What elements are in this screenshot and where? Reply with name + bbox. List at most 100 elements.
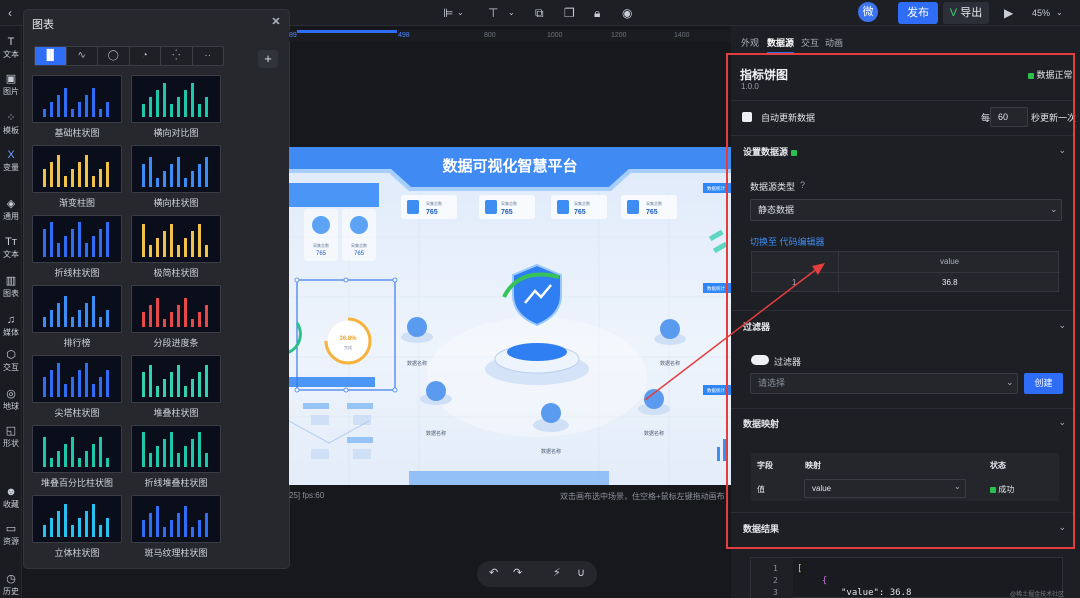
line-chart-icon[interactable]: ∿	[67, 47, 98, 65]
rail-item[interactable]: ◈ 通用	[0, 198, 22, 222]
tab-interaction[interactable]: 交互	[801, 36, 819, 49]
circle-chart-icon[interactable]: ◯	[98, 47, 130, 65]
thumbnail-bar	[142, 520, 145, 537]
add-button[interactable]: +	[258, 50, 278, 68]
lock-icon[interactable]: 🔒︎	[594, 5, 600, 21]
eye-icon[interactable]: ◉	[622, 5, 632, 21]
undo-icon[interactable]: ↶	[489, 566, 498, 579]
close-icon[interactable]: ✕	[271, 15, 280, 28]
publish-button[interactable]: 发布	[898, 2, 938, 24]
tab-animation[interactable]: 动画	[825, 36, 843, 49]
thumbnail-bar	[198, 224, 201, 257]
thumbnail-bar	[163, 527, 166, 537]
chart-thumbnail-label: 斑马纹理柱状图	[144, 548, 208, 558]
svg-text:采集总数: 采集总数	[313, 242, 329, 248]
group-icon[interactable]: ⧉	[535, 5, 544, 21]
scatter-chart-icon[interactable]: ⁛	[161, 47, 193, 65]
avatar[interactable]: 微	[858, 2, 878, 22]
bar-chart-icon[interactable]: ▐▌	[35, 47, 67, 65]
thumbnail-bar	[156, 238, 159, 257]
thumbnail-bar	[43, 377, 46, 397]
chart-thumbnail[interactable]	[32, 285, 122, 333]
lightning-icon[interactable]: ⚡︎	[553, 566, 561, 579]
thumbnail-bar	[205, 97, 208, 117]
rail-item-label: 资源	[3, 537, 19, 546]
pie-chart-icon[interactable]: ◔	[130, 47, 161, 65]
bottom-toolbar: ↶ ↷ ⚡︎ ∪	[477, 561, 597, 587]
code-line: "value": 36.8	[841, 588, 912, 598]
chart-thumbnail[interactable]	[32, 145, 122, 193]
chevron-down-icon[interactable]: ⌄	[457, 5, 464, 21]
chart-thumbnail[interactable]	[131, 425, 221, 473]
thumbnail-bar	[85, 451, 88, 467]
thumbnail-bar	[43, 437, 46, 467]
rail-item[interactable]: ♫ 媒体	[0, 314, 22, 338]
svg-text:数据名称: 数据名称	[407, 360, 427, 367]
dashboard-title: 数据可视化智慧平台	[442, 157, 577, 175]
stat-card: 采集总数 765	[621, 195, 677, 219]
chart-thumbnail[interactable]	[32, 425, 122, 473]
redo-icon[interactable]: ↷	[513, 566, 522, 579]
rail-item[interactable]: Tт 文本	[0, 236, 22, 260]
rail-item[interactable]: ▥ 图表	[0, 275, 22, 299]
rail-item[interactable]: ◷ 历史	[0, 573, 22, 597]
chart-thumbnail[interactable]	[32, 495, 122, 543]
export-button[interactable]: V 导出	[943, 2, 989, 24]
line-number: 3	[773, 588, 778, 597]
chart-thumbnail[interactable]	[32, 215, 122, 263]
chart-thumbnail[interactable]	[131, 495, 221, 543]
resource-icon: ▭	[5, 523, 17, 535]
thumbnail-bar	[92, 296, 95, 327]
thumbnail-bar	[156, 446, 159, 467]
rail-item[interactable]: ☻ 收藏	[0, 486, 22, 510]
chart-thumbnail[interactable]	[131, 145, 221, 193]
chart-thumbnail[interactable]	[131, 215, 221, 263]
chart-thumbnail[interactable]	[32, 75, 122, 123]
tab-datasource[interactable]: 数据源	[767, 36, 795, 54]
thumbnail-bar	[78, 518, 81, 537]
thumbnail-bar	[106, 458, 109, 467]
rail-item[interactable]: X 变量	[0, 149, 22, 173]
rail-item-label: 图表	[3, 289, 19, 298]
watermark: @稀土掘金技术社区	[1010, 592, 1065, 598]
rail-item[interactable]: T 文本	[0, 36, 22, 60]
thumbnail-bar	[142, 372, 145, 397]
rail-item[interactable]: ◱ 形状	[0, 425, 22, 449]
align-top-icon[interactable]: ⊤	[488, 5, 498, 21]
rail-item[interactable]: ⁘ 模板	[0, 112, 22, 136]
chevron-down-icon[interactable]: ⌄	[508, 5, 515, 21]
thumbnail-bar	[57, 155, 60, 187]
more-icon[interactable]: ··	[193, 47, 224, 65]
copy-icon[interactable]: ❐	[564, 5, 575, 21]
tab-appearance[interactable]: 外观	[741, 36, 759, 49]
chart-thumbnail[interactable]	[131, 75, 221, 123]
chevron-down-icon[interactable]: ⌄	[1056, 5, 1063, 21]
svg-text:采集总数: 采集总数	[351, 242, 367, 248]
dashboard-canvas[interactable]: 数据可视化智慧平台 采集总数 765 采集总数 765 采集总数 765 采集总…	[289, 147, 731, 485]
rail-item[interactable]: ◎ 地球	[0, 388, 22, 412]
chart-thumbnail[interactable]	[131, 285, 221, 333]
thumbnail-bar	[170, 164, 173, 187]
thumbnail-bar	[92, 444, 95, 467]
align-left-icon[interactable]: ⊫	[443, 5, 453, 21]
thumbnail-bar	[142, 312, 145, 327]
line-number: 1	[773, 564, 778, 573]
rail-item[interactable]: ⬡ 交互	[0, 349, 22, 373]
export-label: 导出	[960, 7, 983, 19]
svg-text:完成: 完成	[344, 344, 352, 350]
rail-item[interactable]: ▣ 图片	[0, 73, 22, 97]
magnet-icon[interactable]: ∪	[577, 566, 585, 579]
thumbnail-bar	[106, 370, 109, 397]
rail-item[interactable]: ▭ 资源	[0, 523, 22, 547]
ruler-tick: 1200	[611, 32, 627, 39]
zoom-level[interactable]: 45%	[1032, 5, 1050, 21]
chart-thumbnail[interactable]	[32, 355, 122, 403]
thumbnail-bar	[149, 157, 152, 187]
chart-icon: ▥	[5, 275, 17, 287]
svg-text:数据统计: 数据统计	[707, 387, 725, 394]
chart-thumbnail-label: 横向对比图	[153, 128, 199, 138]
chart-thumbnail[interactable]	[131, 355, 221, 403]
back-icon[interactable]: ‹	[8, 5, 12, 21]
svg-text:数据名称: 数据名称	[644, 430, 664, 437]
play-icon[interactable]: ▶	[1004, 5, 1013, 21]
